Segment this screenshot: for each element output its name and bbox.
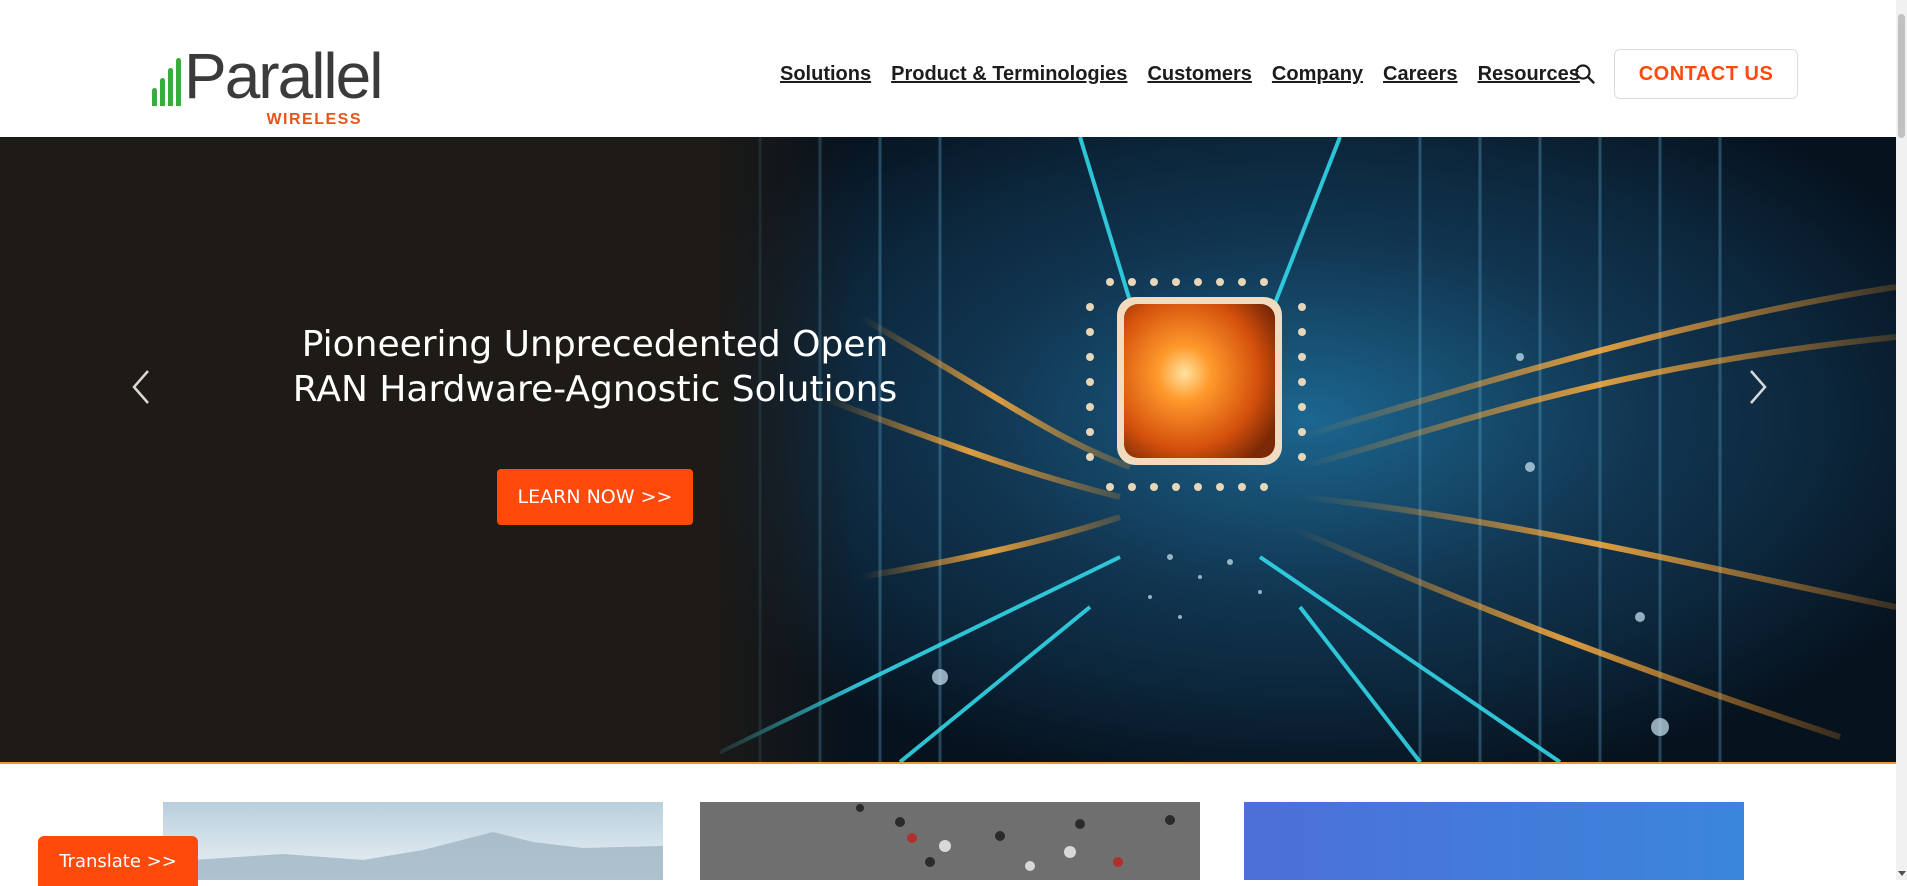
- hero-chip-image: [0, 137, 1896, 762]
- nav-solutions[interactable]: Solutions: [780, 63, 871, 86]
- crowd-image: [856, 804, 1175, 871]
- page-scrollbar[interactable]: [1896, 0, 1907, 880]
- hero-carousel: Pioneering Unprecedented Open RAN Hardwa…: [0, 137, 1896, 762]
- hero-divider: [0, 762, 1896, 764]
- logo-subtitle: WIRELESS: [266, 111, 362, 128]
- nav-resources[interactable]: Resources: [1478, 63, 1580, 86]
- search-icon[interactable]: [1574, 63, 1596, 85]
- feature-card-crowd-image[interactable]: [700, 802, 1200, 880]
- nav-careers[interactable]: Careers: [1383, 63, 1458, 86]
- nav-company[interactable]: Company: [1272, 63, 1363, 86]
- learn-now-button[interactable]: LEARN NOW >>: [497, 469, 693, 525]
- contact-us-button[interactable]: CONTACT US: [1614, 49, 1798, 99]
- scroll-down-arrow-icon[interactable]: [1898, 871, 1906, 876]
- feature-card-landscape-image[interactable]: [163, 802, 663, 880]
- nav-customers[interactable]: Customers: [1147, 63, 1251, 86]
- site-header: Parallel WIRELESS Solutions Product & Te…: [0, 0, 1896, 137]
- hero-title: Pioneering Unprecedented Open RAN Hardwa…: [292, 324, 898, 410]
- logo-wordmark: Parallel: [184, 40, 383, 112]
- nav-product-terminologies[interactable]: Product & Terminologies: [891, 63, 1127, 86]
- feature-card-blue-image[interactable]: [1244, 802, 1744, 880]
- parallel-wireless-logo[interactable]: Parallel WIRELESS: [152, 44, 383, 130]
- chevron-right-icon[interactable]: [1741, 367, 1771, 407]
- translate-button[interactable]: Translate >>: [38, 836, 198, 886]
- main-nav: Solutions Product & Terminologies Custom…: [780, 63, 1600, 86]
- signal-bars-logo-icon: [152, 56, 188, 106]
- scrollbar-thumb[interactable]: [1898, 14, 1905, 138]
- mountain-image: [163, 832, 663, 880]
- chevron-left-icon[interactable]: [128, 367, 158, 407]
